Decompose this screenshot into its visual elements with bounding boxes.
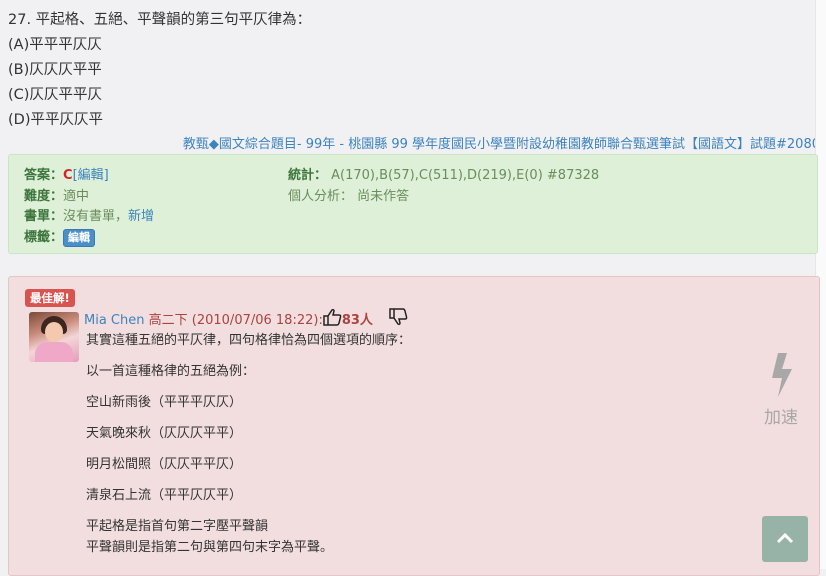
lightning-icon (772, 353, 792, 397)
tags-row: 標籤： 編輯 (24, 228, 154, 249)
answer-value: C (63, 168, 73, 183)
tags-label: 標籤： (24, 229, 64, 245)
content-line: 清泉石上流（平平仄仄平） (86, 488, 243, 503)
option-a: (A)平平平仄仄 (8, 37, 102, 53)
boost-label: 加速 (764, 408, 798, 428)
personal-row: 個人分析： 尚未作答 (288, 187, 599, 208)
back-to-top-button[interactable] (762, 516, 808, 562)
content-line: 以一首這種格律的五絕為例： (86, 364, 256, 379)
question-block: 27. 平起格、五絕、平聲韻的第三句平仄律為： (A)平平平仄仄 (B)仄仄仄平… (8, 8, 311, 133)
question-title: 27. 平起格、五絕、平聲韻的第三句平仄律為： (8, 12, 312, 28)
stats-row: 統計： A(170),B(57),C(511),D(219),E(0) #873… (288, 166, 599, 187)
booklist-value: 沒有書單， (63, 209, 129, 224)
option-d: (D)平平仄仄平 (8, 112, 103, 128)
difficulty-row: 難度：適中 (24, 187, 154, 208)
answer-edit-link[interactable]: [編輯] (73, 168, 109, 183)
content-line: 明月松間照（仄仄平平仄） (86, 457, 243, 472)
content-line: 天氣晚來秋（仄仄仄平平） (86, 426, 243, 441)
chevron-up-icon (776, 532, 794, 544)
author-grade: 高二下 (148, 313, 188, 328)
difficulty-label: 難度： (24, 188, 64, 204)
source-link[interactable]: 教甄◆國文綜合題目- 99年 - 桃園縣 99 學年度國民小學暨附設幼稚園教師聯… (183, 133, 820, 152)
option-c: (C)仄仄平平仄 (8, 87, 102, 103)
booklist-label: 書單： (24, 209, 64, 224)
stats-value: A(170),B(57),C(511),D(219),E(0) #87328 (331, 168, 600, 183)
booklist-add-link[interactable]: 新增 (128, 209, 154, 224)
difficulty-value: 適中 (63, 188, 90, 204)
best-answer-badge: 最佳解! (25, 289, 75, 307)
stats-label: 統計： (288, 168, 328, 183)
content-line: 其實這種五絕的平仄律，四句格律恰為四個選項的順序： (86, 333, 412, 348)
option-b: (B)仄仄仄平平 (8, 62, 102, 78)
answer-row: 答案：C[編輯] (24, 166, 154, 187)
content-line: 平起格是指首句第二字壓平聲韻 (86, 519, 269, 534)
avatar[interactable] (29, 312, 79, 362)
author-name[interactable]: Mia Chen (84, 313, 144, 328)
content-line: 平聲韻則是指第二句與第四句末字為平聲。 (86, 540, 334, 555)
personal-value: 尚未作答 (357, 188, 410, 204)
boost-button[interactable]: 加速 (759, 352, 803, 428)
content-line: 空山新雨後（平平平仄仄） (86, 395, 243, 410)
personal-label: 個人分析： (288, 188, 354, 204)
tags-edit-button[interactable]: 編輯 (63, 228, 96, 247)
answer-date: (2010/07/06 18:22): (191, 313, 323, 328)
booklist-row: 書單：沒有書單，新增 (24, 207, 154, 228)
answer-info-panel: 答案：C[編輯] 難度：適中 書單：沒有書單，新增 標籤： 編輯 統計： A(17… (8, 154, 818, 254)
like-count: 83人 (341, 313, 373, 328)
best-answer-panel: 最佳解! Mia Chen 高二下 (2010/07/06 18:22): 83人… (8, 276, 820, 576)
answer-label: 答案： (24, 168, 64, 183)
